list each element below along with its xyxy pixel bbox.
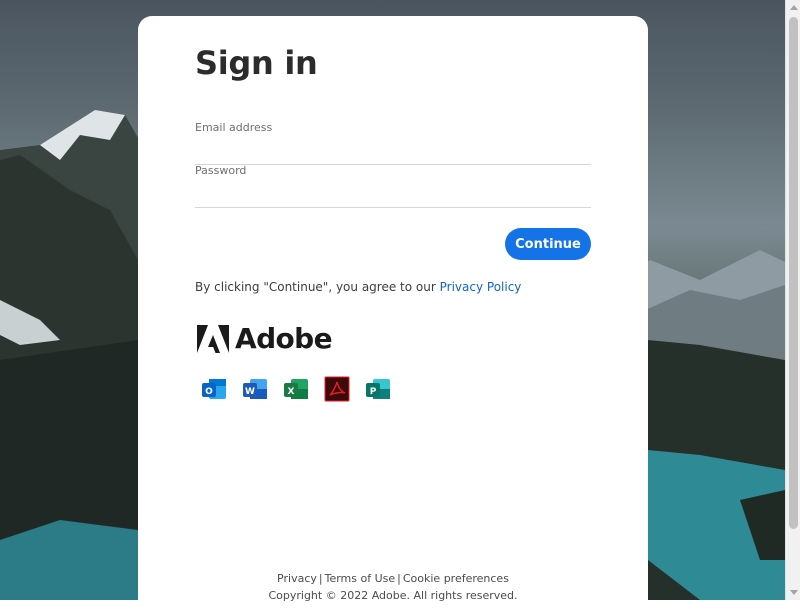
privacy-policy-link[interactable]: Privacy Policy bbox=[440, 280, 522, 294]
footer-privacy-link[interactable]: Privacy bbox=[277, 572, 317, 585]
email-input[interactable] bbox=[195, 138, 591, 160]
password-label: Password bbox=[195, 164, 247, 177]
vertical-scrollbar[interactable] bbox=[785, 0, 800, 600]
publisher-icon: P bbox=[365, 376, 391, 402]
footer-links: Privacy | Terms of Use | Cookie preferences bbox=[138, 572, 648, 585]
svg-text:W: W bbox=[245, 387, 255, 397]
scroll-up-arrow-icon[interactable] bbox=[790, 5, 798, 10]
adobe-a-icon bbox=[197, 324, 229, 353]
scrollbar-thumb[interactable] bbox=[789, 17, 798, 529]
acrobat-icon bbox=[324, 376, 350, 402]
app-icons-row: O W X P bbox=[201, 376, 406, 402]
agreement-label: By clicking "Continue", you agree to our bbox=[195, 280, 436, 294]
svg-text:O: O bbox=[205, 387, 213, 397]
email-label: Email address bbox=[195, 121, 273, 134]
word-icon: W bbox=[242, 376, 268, 402]
password-field[interactable]: Password bbox=[195, 164, 591, 208]
adobe-wordmark: Adobe bbox=[235, 322, 333, 355]
scroll-down-arrow-icon[interactable] bbox=[790, 590, 798, 595]
continue-button[interactable]: Continue bbox=[505, 228, 591, 260]
svg-text:X: X bbox=[288, 387, 295, 397]
sign-in-card: Sign in Email address Password Continue … bbox=[138, 16, 648, 616]
excel-icon: X bbox=[283, 376, 309, 402]
footer-terms-link[interactable]: Terms of Use bbox=[325, 572, 396, 585]
footer-separator: | bbox=[318, 572, 323, 585]
footer-copyright: Copyright © 2022 Adobe. All rights reser… bbox=[268, 589, 518, 602]
password-input[interactable] bbox=[195, 181, 591, 203]
page-title: Sign in bbox=[195, 44, 318, 82]
agreement-text: By clicking "Continue", you agree to our… bbox=[195, 280, 521, 294]
footer-cookie-link[interactable]: Cookie preferences bbox=[403, 572, 509, 585]
outlook-icon: O bbox=[201, 376, 227, 402]
svg-text:P: P bbox=[370, 387, 377, 397]
footer-separator: | bbox=[397, 572, 401, 585]
adobe-logo: Adobe bbox=[197, 322, 333, 355]
email-field[interactable]: Email address bbox=[195, 121, 591, 165]
